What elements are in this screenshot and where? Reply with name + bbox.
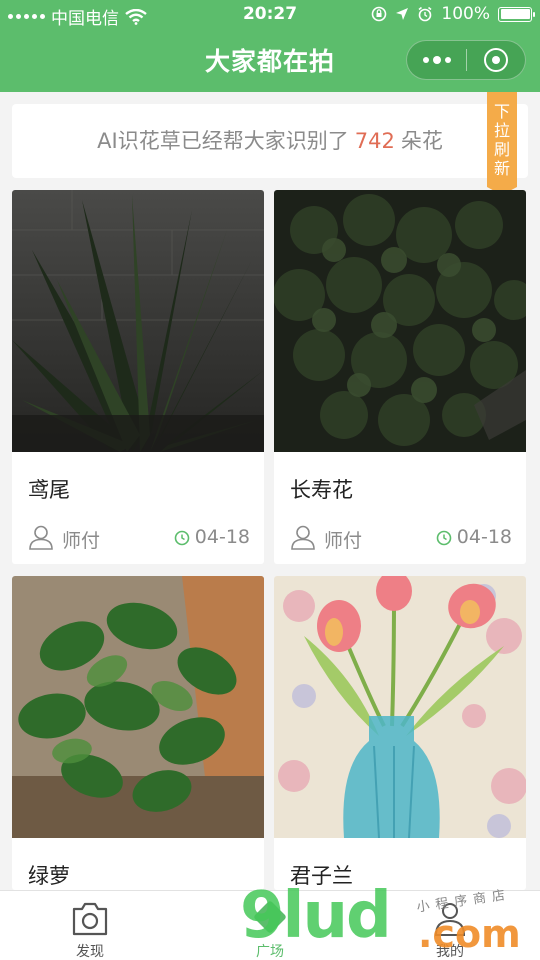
card-meta: 师付 04-18 [290, 524, 512, 552]
tab-square-label: 广场 [256, 944, 284, 960]
tab-mine-label: 我的 [436, 944, 464, 960]
plant-name: 绿萝 [28, 864, 70, 888]
user-icon [29, 525, 53, 550]
user-icon [434, 903, 466, 936]
more-icon[interactable] [407, 55, 466, 64]
plant-card[interactable]: 君子兰 [274, 576, 526, 890]
clock-icon [174, 530, 190, 546]
close-icon[interactable] [467, 48, 525, 72]
tab-bar: 发现 广场 我的 [0, 890, 540, 960]
recognition-banner: AI识花草已经帮大家识别了 742 朵花 [12, 104, 528, 178]
upload-date: 04-18 [194, 526, 250, 548]
clock-icon [436, 530, 452, 546]
rotation-lock-icon [372, 6, 387, 22]
pull-refresh-label: 下拉刷新 [493, 102, 510, 178]
pull-refresh-tag[interactable]: 下拉刷新 [487, 92, 517, 195]
banner-prefix: AI识花草已经帮大家识别了 [97, 129, 349, 153]
card-meta: 师付 04-18 [28, 524, 250, 552]
camera-icon [72, 902, 108, 936]
upload-date: 04-18 [456, 526, 512, 548]
status-bar: 中国电信 20:27 100% [0, 0, 540, 30]
plant-photo[interactable] [12, 190, 264, 452]
plant-card[interactable]: 长寿花 师付 04-18 [274, 190, 526, 564]
plant-name: 长寿花 [290, 478, 353, 502]
mini-program-capsule [406, 40, 526, 80]
tab-mine[interactable]: 我的 [360, 891, 540, 960]
tab-discover-label: 发现 [76, 944, 104, 960]
location-icon [396, 8, 409, 20]
plant-name: 鸢尾 [28, 478, 70, 502]
navigation-bar: 大家都在拍 [0, 30, 540, 92]
battery-percent: 100% [441, 4, 490, 24]
uploader-name: 师付 [62, 530, 101, 552]
recognition-count: 742 [354, 129, 395, 153]
plant-photo[interactable] [274, 576, 526, 838]
plant-photo[interactable] [274, 190, 526, 452]
tab-square[interactable]: 广场 [180, 891, 360, 960]
plant-photo[interactable] [12, 576, 264, 838]
plant-card[interactable]: 绿萝 [12, 576, 264, 890]
plant-card[interactable]: 鸢尾 师付 04-18 [12, 190, 264, 564]
tab-discover[interactable]: 发现 [0, 891, 180, 960]
uploader-name: 师付 [324, 530, 363, 552]
user-icon [291, 525, 315, 550]
banner-suffix: 朵花 [400, 129, 443, 153]
battery-icon [498, 6, 535, 22]
square-icon [254, 901, 286, 933]
plant-name: 君子兰 [290, 864, 353, 888]
alarm-icon [418, 6, 432, 22]
